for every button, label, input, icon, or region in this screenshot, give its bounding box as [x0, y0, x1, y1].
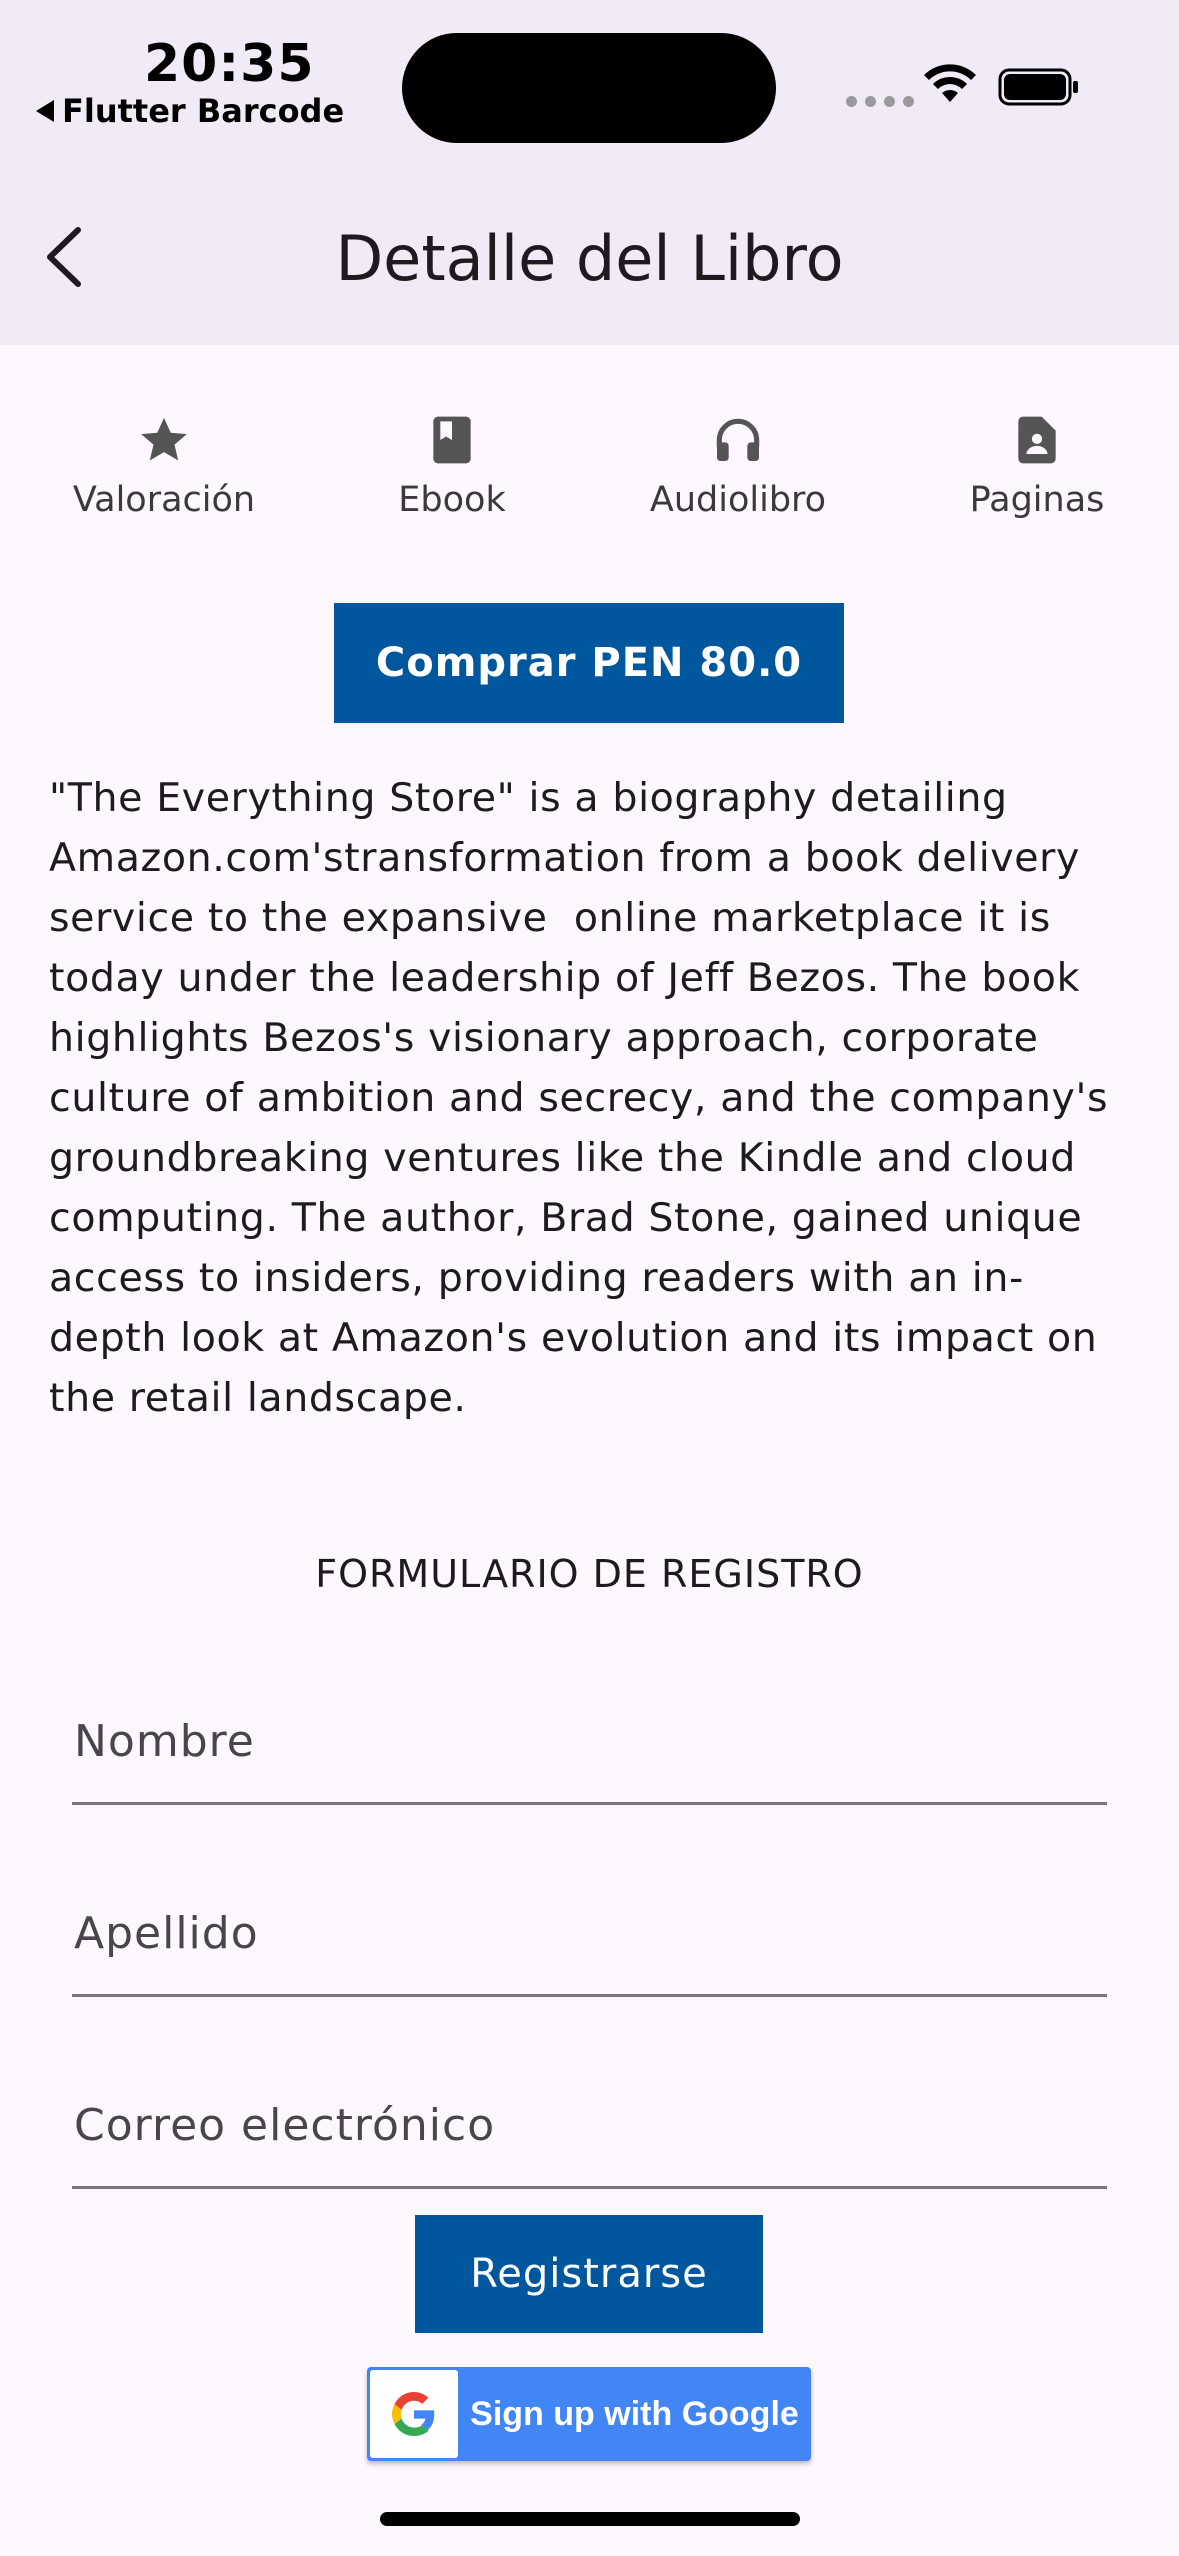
email-field[interactable]: [72, 2064, 1109, 2189]
info-item-paginas[interactable]: Paginas: [907, 412, 1167, 520]
info-label-valoracion: Valoración: [72, 480, 256, 520]
info-item-audiolibro[interactable]: Audiolibro: [608, 412, 868, 520]
star-icon: [141, 417, 187, 461]
wifi-icon: [924, 64, 976, 102]
google-logo-container: [370, 2370, 458, 2458]
battery-icon: [998, 68, 1078, 106]
cellular-signal-icon: [846, 96, 914, 107]
status-time: 20:35: [144, 34, 315, 94]
buy-button[interactable]: Comprar PEN 80.0: [334, 603, 844, 723]
first-name-field[interactable]: [72, 1680, 1109, 1805]
status-back-app-label: Flutter Barcode: [62, 92, 345, 130]
book-icon: [433, 416, 471, 464]
email-input[interactable]: [72, 2064, 1109, 2186]
status-back-to-app[interactable]: Flutter Barcode: [36, 92, 344, 130]
last-name-input[interactable]: [72, 1872, 1109, 1994]
document-icon: [1018, 416, 1056, 464]
google-signup-button[interactable]: Sign up with Google: [367, 2367, 811, 2461]
back-triangle-icon: [36, 100, 54, 122]
info-label-audiolibro: Audiolibro: [649, 480, 827, 520]
google-logo-icon: [392, 2392, 435, 2436]
info-label-paginas: Paginas: [969, 480, 1105, 520]
register-button[interactable]: Registrarse: [415, 2215, 763, 2333]
info-item-ebook[interactable]: Ebook: [322, 412, 582, 520]
first-name-input[interactable]: [72, 1680, 1109, 1802]
dynamic-island: [402, 33, 776, 143]
page-title: Detalle del Libro: [335, 222, 844, 295]
home-indicator[interactable]: [380, 2512, 800, 2526]
last-name-field[interactable]: [72, 1872, 1109, 1997]
app-header: 20:35 Flutter Barcode Detalle del Libro: [0, 0, 1179, 345]
google-signup-label: Sign up with Google: [470, 2394, 799, 2433]
info-item-valoracion[interactable]: Valoración: [34, 412, 294, 520]
info-label-ebook: Ebook: [398, 480, 506, 520]
form-title: FORMULARIO DE REGISTRO: [315, 1552, 864, 1596]
headphones-icon: [716, 418, 760, 461]
book-description: "The Everything Store" is a biography de…: [49, 775, 1109, 1421]
